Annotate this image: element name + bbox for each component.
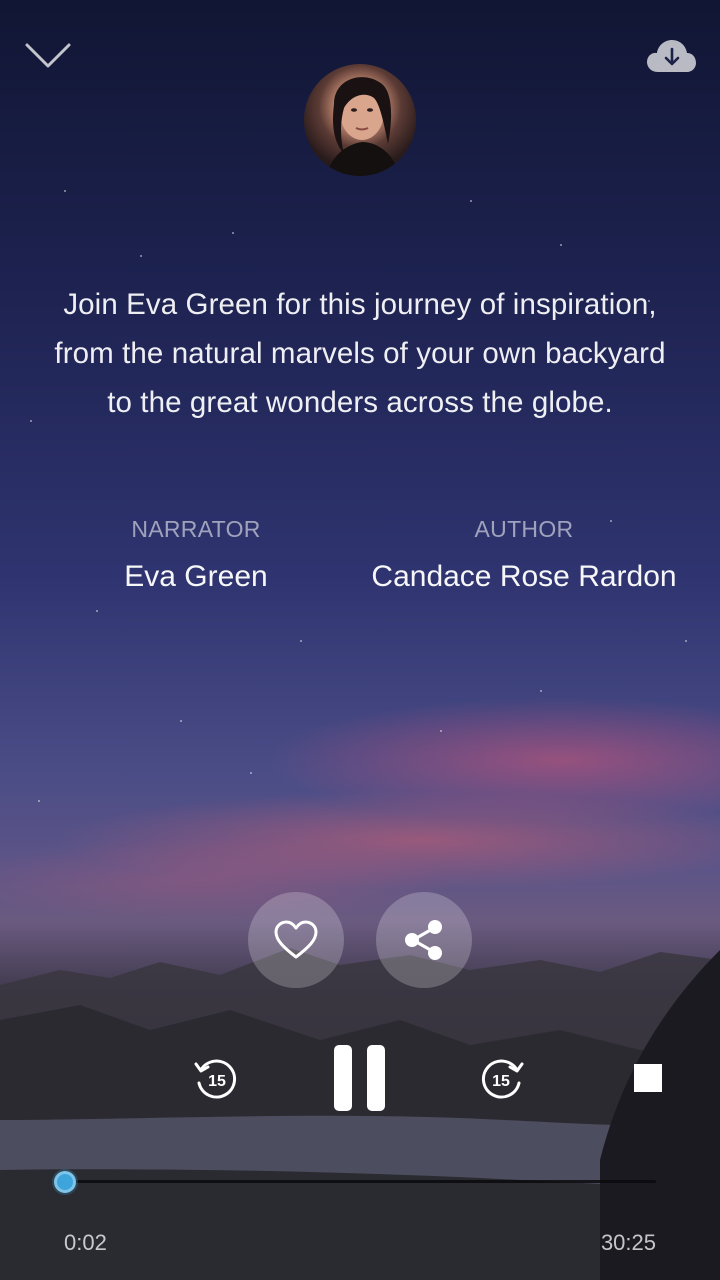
rewind-15-button[interactable]: 15 [188, 1052, 242, 1106]
heart-icon [274, 920, 318, 959]
narrator-portrait [326, 77, 400, 176]
pause-icon [334, 1045, 385, 1111]
favorite-button[interactable] [248, 892, 344, 988]
chevron-down-icon [25, 43, 71, 68]
stop-button[interactable] [628, 1058, 668, 1098]
share-icon [405, 920, 442, 960]
stop-icon [634, 1064, 662, 1092]
rewind-15-icon: 15 [194, 1059, 237, 1099]
progress-thumb[interactable] [53, 1171, 76, 1193]
program-description: Join Eva Green for this journey of inspi… [54, 288, 666, 419]
author-name: Candace Rose Rardon [371, 560, 677, 593]
share-button[interactable] [376, 892, 472, 988]
narrator-name: Eva Green [124, 560, 268, 593]
narrator-label: NARRATOR [131, 516, 261, 542]
narrator-avatar [304, 64, 416, 176]
total-time: 30:25 [600, 1230, 656, 1255]
forward-15-icon: 15 [481, 1059, 524, 1099]
download-button[interactable] [644, 38, 698, 74]
collapse-button[interactable] [24, 38, 72, 72]
author-label: AUTHOR [474, 516, 574, 542]
pause-button[interactable] [326, 1040, 392, 1116]
forward-seconds-label: 15 [492, 1073, 510, 1090]
progress-track[interactable] [64, 1180, 656, 1183]
rewind-seconds-label: 15 [208, 1073, 226, 1090]
cloud-download-icon [647, 40, 696, 72]
forward-15-button[interactable]: 15 [476, 1052, 530, 1106]
elapsed-time: 0:02 [64, 1230, 107, 1255]
